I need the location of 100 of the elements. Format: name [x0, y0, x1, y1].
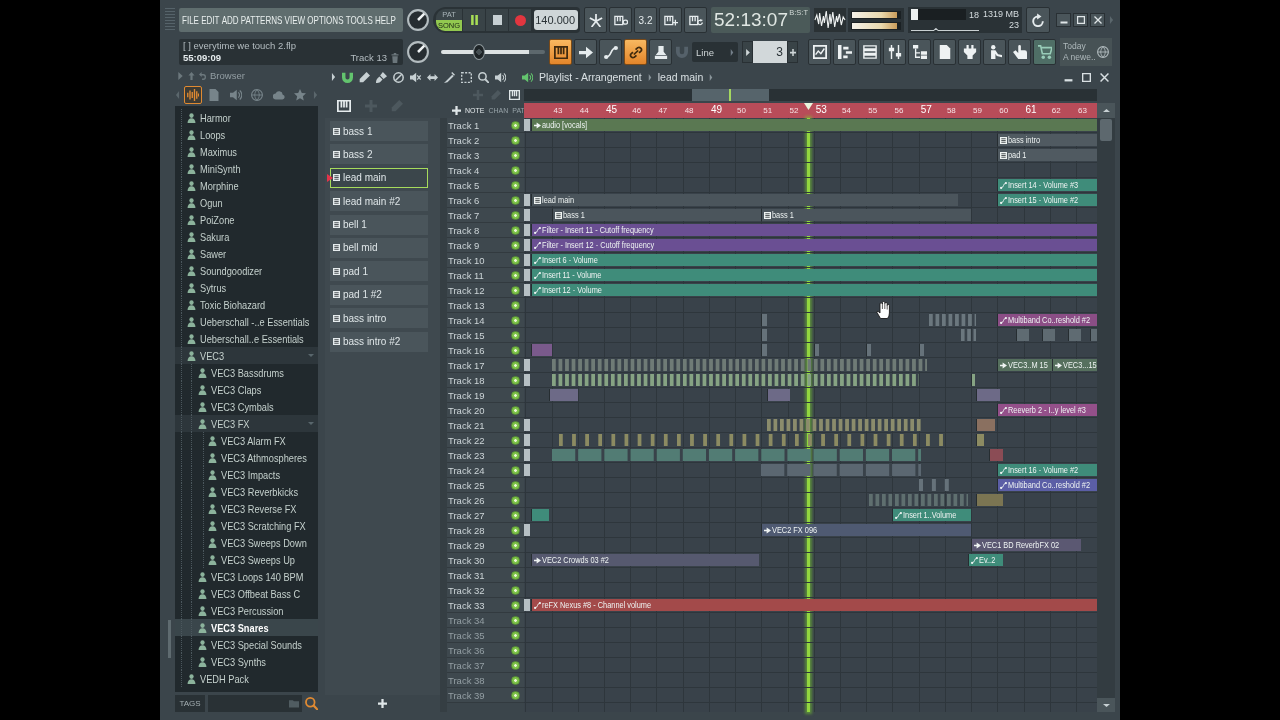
project-button[interactable]: [908, 39, 931, 65]
mute-icon[interactable]: [410, 71, 421, 83]
clip-stub[interactable]: [524, 119, 530, 131]
pattern-clip[interactable]: bass 1: [551, 209, 762, 221]
automation-clip[interactable]: Multiband Co..reshold #2: [997, 314, 1097, 326]
pattern-clip[interactable]: bass 1: [761, 209, 972, 221]
track-toggle[interactable]: [511, 510, 520, 520]
close-button[interactable]: [1090, 13, 1105, 27]
magnet-icon[interactable]: [342, 71, 353, 83]
pattern-item[interactable]: bass intro: [330, 308, 428, 329]
browser-tab[interactable]: [184, 86, 202, 104]
clip-stub[interactable]: [524, 359, 530, 371]
pattern-item[interactable]: bass intro #2: [330, 331, 428, 352]
clip-stub[interactable]: [524, 524, 530, 536]
clip-stub[interactable]: [524, 419, 530, 431]
pattern-clip[interactable]: [976, 434, 985, 446]
track-toggle[interactable]: [511, 600, 520, 610]
pattern-clip[interactable]: [918, 344, 924, 356]
browser-item[interactable]: VEC3 Athmospheres: [175, 449, 318, 466]
audio-clip[interactable]: [548, 389, 578, 401]
browser-item[interactable]: VEC3 Scratching FX: [175, 517, 318, 534]
pattern-clip[interactable]: bass intro: [997, 134, 1097, 146]
browser-item[interactable]: Loops: [175, 126, 318, 143]
plugin-button[interactable]: [958, 39, 981, 65]
browser-item[interactable]: VEC3 FX: [175, 415, 318, 432]
clip-stub[interactable]: [524, 254, 530, 266]
automation-clip[interactable]: Reeverb 2 - I..y level #3: [997, 404, 1097, 416]
menu-item[interactable]: FILE: [182, 13, 199, 27]
refresh-button[interactable]: [1026, 7, 1050, 33]
clip-stub[interactable]: [524, 224, 530, 236]
add-track-button[interactable]: [452, 106, 461, 115]
browser-item[interactable]: Sytrus: [175, 279, 318, 296]
track-toggle[interactable]: [511, 300, 520, 310]
pattern-menu-button[interactable]: [742, 41, 753, 63]
track-toggle[interactable]: [511, 420, 520, 430]
pattern-item[interactable]: lead main: [330, 167, 428, 188]
audio-clip[interactable]: [976, 419, 995, 431]
track-toggle[interactable]: [511, 165, 520, 175]
browser-item[interactable]: Ueberschall -..e Essentials: [175, 313, 318, 330]
brush-icon[interactable]: [376, 71, 387, 83]
stop-button[interactable]: [486, 9, 508, 31]
browser-item[interactable]: VEC3 Loops 140 BPM: [175, 568, 318, 585]
automation-clip[interactable]: Insert 11 - Volume: [531, 269, 1097, 281]
slider-thumb[interactable]: [473, 44, 486, 60]
maximize-button[interactable]: [1073, 13, 1088, 27]
track-toggle[interactable]: [511, 435, 520, 445]
browser-item[interactable]: VEC3 Cymbals: [175, 398, 318, 415]
menu-item[interactable]: ADD: [221, 13, 239, 27]
automation-clip[interactable]: Ev..2: [968, 554, 1003, 566]
clip-stub[interactable]: [524, 464, 530, 476]
track-toggle[interactable]: [511, 495, 520, 505]
audio-clip[interactable]: [976, 389, 1000, 401]
maximize-icon[interactable]: [1082, 72, 1091, 82]
tempo-field[interactable]: 140.000: [534, 10, 578, 30]
automation-clip[interactable]: Insert 1..Volume: [892, 509, 972, 521]
pattern-clip[interactable]: lead main: [531, 194, 958, 206]
audio-clip[interactable]: VEC2 FX 096: [761, 524, 972, 536]
automation-clip[interactable]: Filter - Insert 12 - Cutoff frequency: [531, 239, 1097, 251]
browser-item[interactable]: VEC3 Sweeps Up: [175, 551, 318, 568]
clip-stub[interactable]: [524, 209, 530, 221]
pattern-item[interactable]: bass 1: [330, 121, 428, 141]
audio-clip[interactable]: [530, 344, 552, 356]
pattern-item[interactable]: bell 1: [330, 214, 428, 235]
clip-sequence[interactable]: [868, 494, 969, 506]
channel-rack-button[interactable]: [858, 39, 881, 65]
browser-item[interactable]: Toxic Biohazard: [175, 296, 318, 313]
browser-item[interactable]: VEC3 Special Sounds: [175, 636, 318, 653]
track-toggle[interactable]: [511, 615, 520, 625]
typing-keyboard-button[interactable]: [549, 39, 572, 65]
speaker-icon[interactable]: [495, 71, 506, 83]
audio-clip[interactable]: VEC3..M 15: [997, 359, 1053, 371]
clip-stub[interactable]: [524, 599, 530, 611]
mixer-button[interactable]: [883, 39, 906, 65]
track-toggle[interactable]: [511, 570, 520, 580]
track-toggle[interactable]: [511, 270, 520, 280]
pencil-icon[interactable]: [359, 71, 370, 83]
link-button[interactable]: [624, 39, 647, 65]
track-toggle[interactable]: [511, 360, 520, 370]
browser-item[interactable]: VEC3 Impacts: [175, 466, 318, 483]
track-toggle[interactable]: [511, 315, 520, 325]
pattern-clip[interactable]: [761, 344, 767, 356]
track-toggle[interactable]: [511, 330, 520, 340]
track-toggle[interactable]: [511, 540, 520, 550]
track-toggle[interactable]: [511, 210, 520, 220]
track-toggle[interactable]: [511, 225, 520, 235]
pattern-item[interactable]: bell mid: [330, 237, 428, 258]
caret-icon[interactable]: [331, 73, 336, 81]
step-edit-button[interactable]: [659, 7, 682, 33]
track-toggle[interactable]: [511, 585, 520, 595]
knob-icon[interactable]: [407, 9, 429, 31]
audio-clip[interactable]: VEC1 BD ReverbFX 02: [971, 539, 1082, 551]
scrollbar[interactable]: [1097, 118, 1115, 712]
track-toggle[interactable]: [511, 450, 520, 460]
clip-sequence[interactable]: [918, 479, 951, 491]
browser-item[interactable]: Morphine: [175, 177, 318, 194]
track-toggle[interactable]: [511, 180, 520, 190]
pattern-item[interactable]: lead main #2: [330, 191, 428, 212]
clip-stub[interactable]: [524, 284, 530, 296]
wait-input-button[interactable]: [609, 7, 632, 33]
track-toggle[interactable]: [511, 135, 520, 145]
